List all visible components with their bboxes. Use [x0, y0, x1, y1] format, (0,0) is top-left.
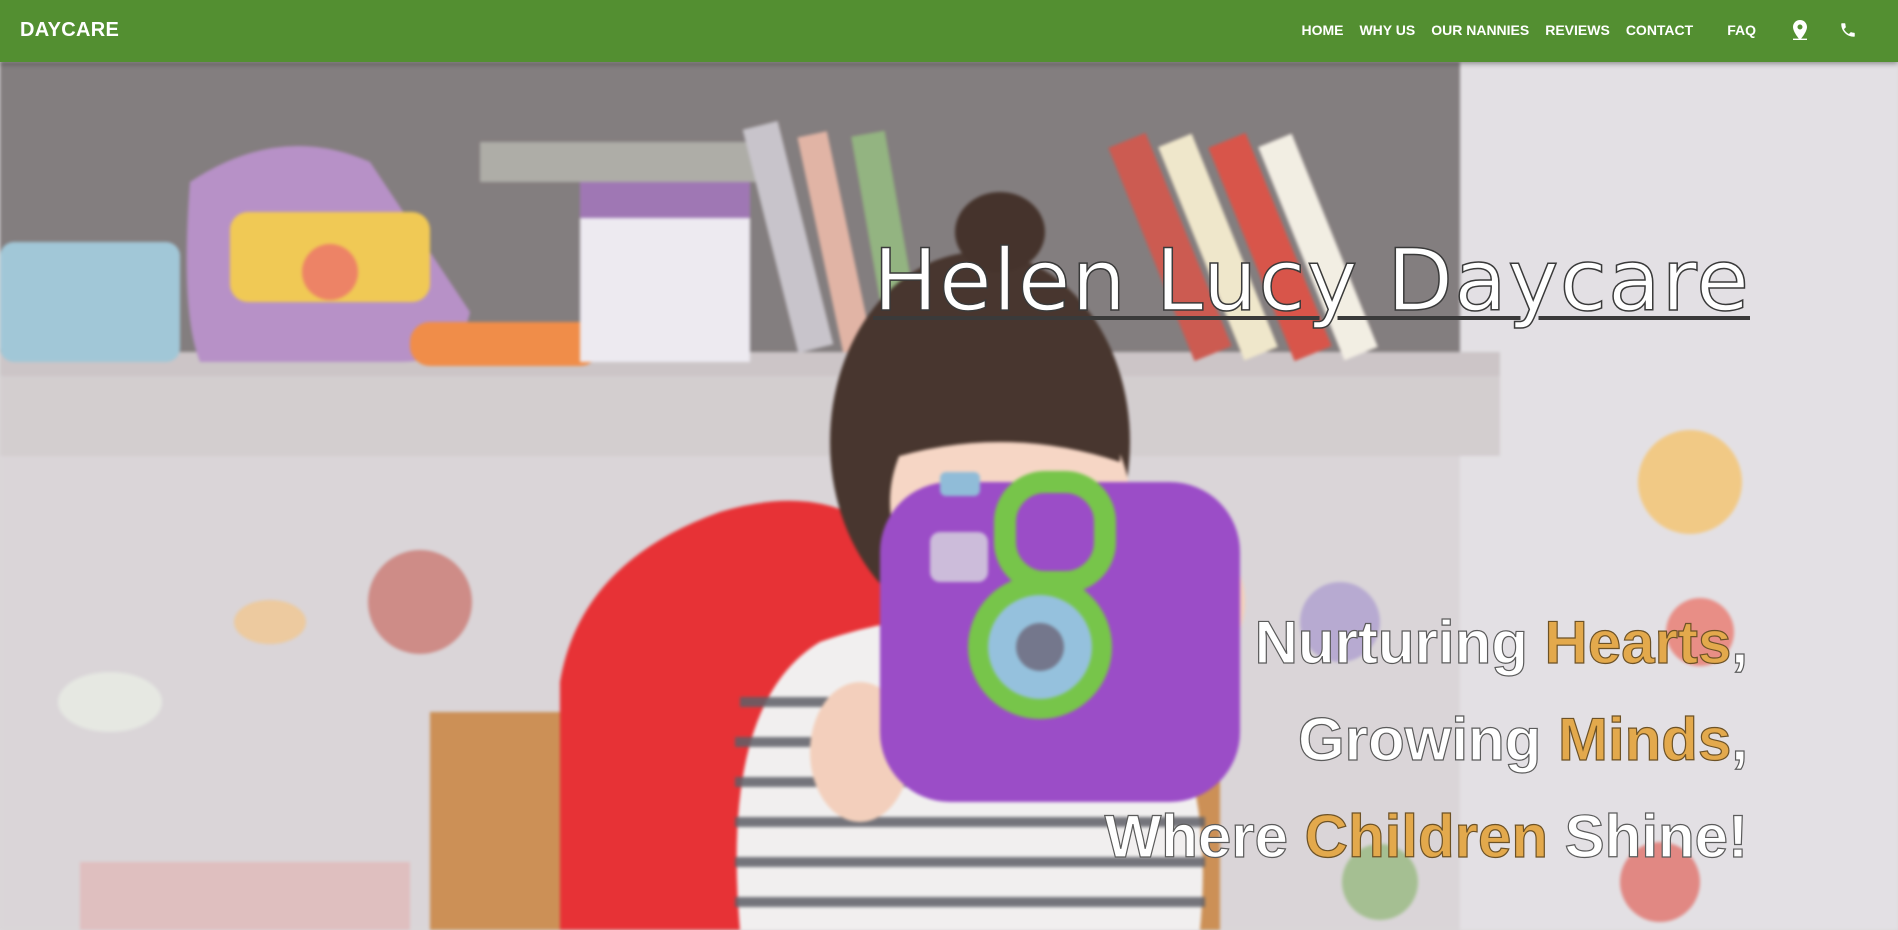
- tagline-text: Where: [1104, 802, 1305, 870]
- brand-logo-link[interactable]: DAYCARE: [20, 0, 119, 60]
- hero-title: Helen Lucy Daycare: [872, 230, 1750, 332]
- phone-icon[interactable]: [1836, 0, 1860, 60]
- location-pin-icon[interactable]: [1788, 0, 1812, 60]
- nav-reviews[interactable]: REVIEWS: [1537, 0, 1618, 60]
- location-pin-glyph: [1793, 20, 1807, 40]
- nav-why-us[interactable]: WHY US: [1351, 0, 1423, 60]
- tagline-line-3: Where Children Shine!: [1104, 788, 1749, 885]
- nav-our-nannies[interactable]: OUR NANNIES: [1423, 0, 1537, 60]
- tagline-text: ,: [1731, 705, 1749, 773]
- hero-tagline: Nurturing Hearts, Growing Minds, Where C…: [1104, 594, 1749, 885]
- tagline-highlight: Hearts: [1544, 608, 1732, 676]
- nav-contact[interactable]: CONTACT: [1618, 0, 1701, 60]
- tagline-text: Growing: [1297, 705, 1558, 773]
- tagline-line-1: Nurturing Hearts,: [1105, 594, 1749, 691]
- nav-menu: HOME WHY US OUR NANNIES REVIEWS CONTACT …: [1293, 0, 1898, 60]
- tagline-line-2: Growing Minds,: [1105, 691, 1748, 788]
- tagline-highlight: Children: [1304, 802, 1549, 870]
- tagline-text: Shine!: [1547, 802, 1749, 870]
- hero-section: Helen Lucy Daycare Nurturing Hearts, Gro…: [0, 62, 1898, 930]
- nav-home[interactable]: HOME: [1293, 0, 1351, 60]
- tagline-text: Nurturing: [1254, 608, 1545, 676]
- tagline-highlight: Minds: [1557, 705, 1732, 773]
- nav-faq[interactable]: FAQ: [1719, 0, 1764, 60]
- navbar: DAYCARE HOME WHY US OUR NANNIES REVIEWS …: [0, 0, 1898, 62]
- tagline-text: ,: [1731, 608, 1749, 676]
- phone-glyph: [1841, 23, 1855, 37]
